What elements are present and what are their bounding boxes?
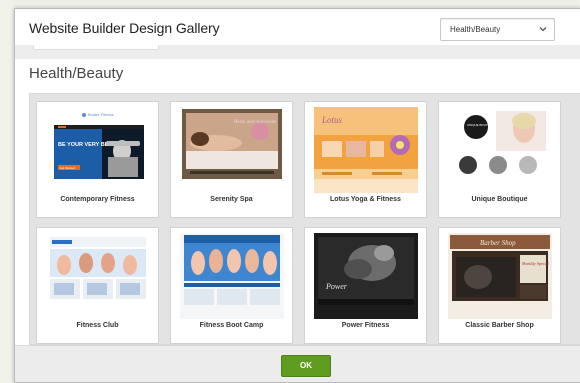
thumb-logo-text: Lotus (321, 115, 343, 125)
template-thumbnail (46, 233, 150, 319)
thumb-cta: Get Started (60, 166, 76, 170)
template-card-serenity-spa[interactable]: Relax and rejuvenate Serenity Spa (170, 101, 293, 218)
template-gallery: Bolder Fitness BE YOUR VERY BEST Get Sta… (29, 93, 580, 345)
thumb-logo-text: Bolder Fitness (88, 112, 114, 117)
dialog-footer: OK (15, 345, 580, 382)
section-title: Health/Beauty (29, 65, 124, 82)
category-select-value: Health/Beauty (450, 25, 501, 34)
template-name: Classic Barber Shop (465, 322, 534, 329)
dialog-title: Website Builder Design Gallery (29, 20, 220, 36)
template-card-classic-barber-shop[interactable]: Barber Shop Monthly Special Classic Barb… (438, 227, 561, 344)
template-name: Contemporary Fitness (60, 196, 135, 203)
template-card-lotus-yoga[interactable]: Lotus Lotus Yoga & Fitness (304, 101, 427, 218)
template-thumbnail: Relax and rejuvenate (180, 107, 284, 193)
page-backdrop (0, 0, 14, 383)
template-name: Fitness Club (76, 322, 119, 329)
dialog-title-bar: Website Builder Design Gallery Health/Be… (15, 9, 580, 45)
thumb-badge: UNIQUE BOUTIQUE (467, 123, 495, 127)
category-select[interactable]: Health/Beauty (440, 18, 555, 41)
template-thumbnail: Bolder Fitness BE YOUR VERY BEST Get Sta… (46, 107, 150, 193)
template-name: Fitness Boot Camp (199, 322, 264, 329)
thumb-heading: Power (325, 282, 348, 291)
ok-button[interactable]: OK (281, 355, 331, 377)
thumb-badge: Monthly Special (522, 261, 549, 266)
previous-card-edge (33, 45, 159, 50)
template-thumbnail: Power (314, 233, 418, 319)
template-thumbnail: UNIQUE BOUTIQUE (448, 107, 552, 193)
template-thumbnail (180, 233, 284, 319)
template-name: Serenity Spa (210, 196, 253, 203)
design-gallery-dialog: Website Builder Design Gallery Health/Be… (14, 8, 580, 383)
template-card-unique-boutique[interactable]: UNIQUE BOUTIQUE Unique Boutique (438, 101, 561, 218)
thumb-heading: Relax and rejuvenate (234, 120, 277, 125)
template-thumbnail: Lotus (314, 107, 418, 193)
template-name: Power Fitness (341, 322, 390, 329)
template-card-fitness-boot-camp[interactable]: Fitness Boot Camp (170, 227, 293, 344)
template-name: Unique Boutique (471, 196, 528, 203)
template-card-contemporary-fitness[interactable]: Bolder Fitness BE YOUR VERY BEST Get Sta… (36, 101, 159, 218)
previous-row-remnant (15, 45, 580, 59)
template-thumbnail: Barber Shop Monthly Special (448, 233, 552, 319)
template-name: Lotus Yoga & Fitness (330, 196, 401, 203)
chevron-down-icon (539, 27, 547, 32)
template-card-power-fitness[interactable]: Power Power Fitness (304, 227, 427, 344)
thumb-heading: Barber Shop (480, 239, 516, 247)
template-card-fitness-club[interactable]: Fitness Club (36, 227, 159, 344)
